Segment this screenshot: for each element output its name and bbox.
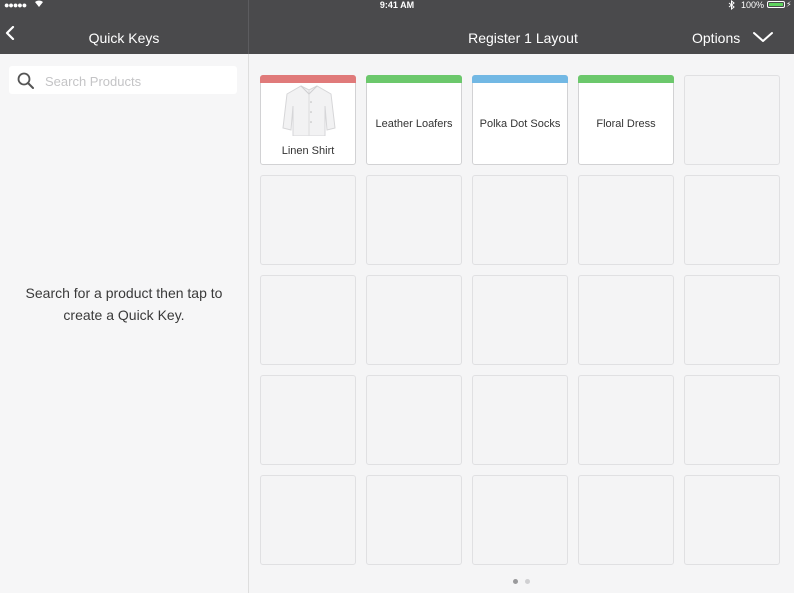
empty-quick-key-slot[interactable] [684,475,780,565]
sidebar-title: Quick Keys [88,30,160,46]
status-time: 9:41 AM [379,0,415,10]
sidebar-header: Quick Keys [0,10,248,54]
empty-quick-key-slot[interactable] [578,175,674,265]
quick-key-color-bar [472,75,568,83]
empty-state-hint: Search for a product then tap to create … [25,285,223,323]
empty-quick-key-slot[interactable] [260,375,356,465]
empty-quick-key-slot[interactable] [366,375,462,465]
empty-quick-key-slot[interactable] [578,375,674,465]
status-bar: ●●●●● 9:41 AM 100% ⚡ [0,0,794,12]
battery-percentage: 100% [741,0,765,10]
quick-key-color-bar [260,75,356,83]
empty-quick-key-slot[interactable] [472,175,568,265]
empty-quick-key-slot[interactable] [684,375,780,465]
search-bar[interactable] [9,66,237,94]
page-title: Register 1 Layout [468,30,578,46]
quick-key-label: Floral Dress [596,118,656,130]
shirt-product-image [281,84,337,137]
quick-key-grid: Linen Shirt Leather Loafers Polka Dot Sock… [260,75,784,575]
search-input[interactable] [43,70,233,92]
header-divider [248,0,249,54]
empty-quick-key-slot[interactable] [472,375,568,465]
page-dot[interactable] [525,579,530,584]
search-icon [17,72,34,89]
empty-quick-key-slot[interactable] [684,75,780,165]
page-dot[interactable] [513,579,518,584]
battery-icon [767,1,785,8]
chevron-down-icon [752,30,774,44]
quick-key-label: Leather Loafers [375,118,453,130]
sidebar: Search for a product then tap to create … [0,54,249,593]
empty-quick-key-slot[interactable] [260,175,356,265]
quick-key-tile[interactable]: Leather Loafers [366,75,462,165]
page-indicator[interactable] [513,579,533,585]
quick-key-label: Linen Shirt [281,145,335,157]
quick-key-tile[interactable]: Floral Dress [578,75,674,165]
empty-quick-key-slot[interactable] [472,275,568,365]
empty-quick-key-slot[interactable] [578,475,674,565]
quick-key-tile[interactable]: Linen Shirt [260,75,356,165]
options-label: Options [692,30,741,46]
empty-quick-key-slot[interactable] [260,275,356,365]
quick-key-tile[interactable]: Polka Dot Socks [472,75,568,165]
quick-key-color-bar [366,75,462,83]
empty-quick-key-slot[interactable] [260,475,356,565]
quick-key-color-bar [578,75,674,83]
empty-quick-key-slot[interactable] [684,175,780,265]
empty-quick-key-slot[interactable] [684,275,780,365]
empty-quick-key-slot[interactable] [578,275,674,365]
empty-quick-key-slot[interactable] [366,175,462,265]
charging-icon: ⚡ [786,0,792,9]
quick-key-label: Polka Dot Socks [479,118,561,130]
empty-quick-key-slot[interactable] [366,475,462,565]
top-bar: ●●●●● 9:41 AM 100% ⚡ Quick Keys Register… [0,0,794,54]
empty-quick-key-slot[interactable] [472,475,568,565]
empty-quick-key-slot[interactable] [366,275,462,365]
options-button[interactable]: Options [690,28,780,48]
bluetooth-icon [728,0,735,12]
